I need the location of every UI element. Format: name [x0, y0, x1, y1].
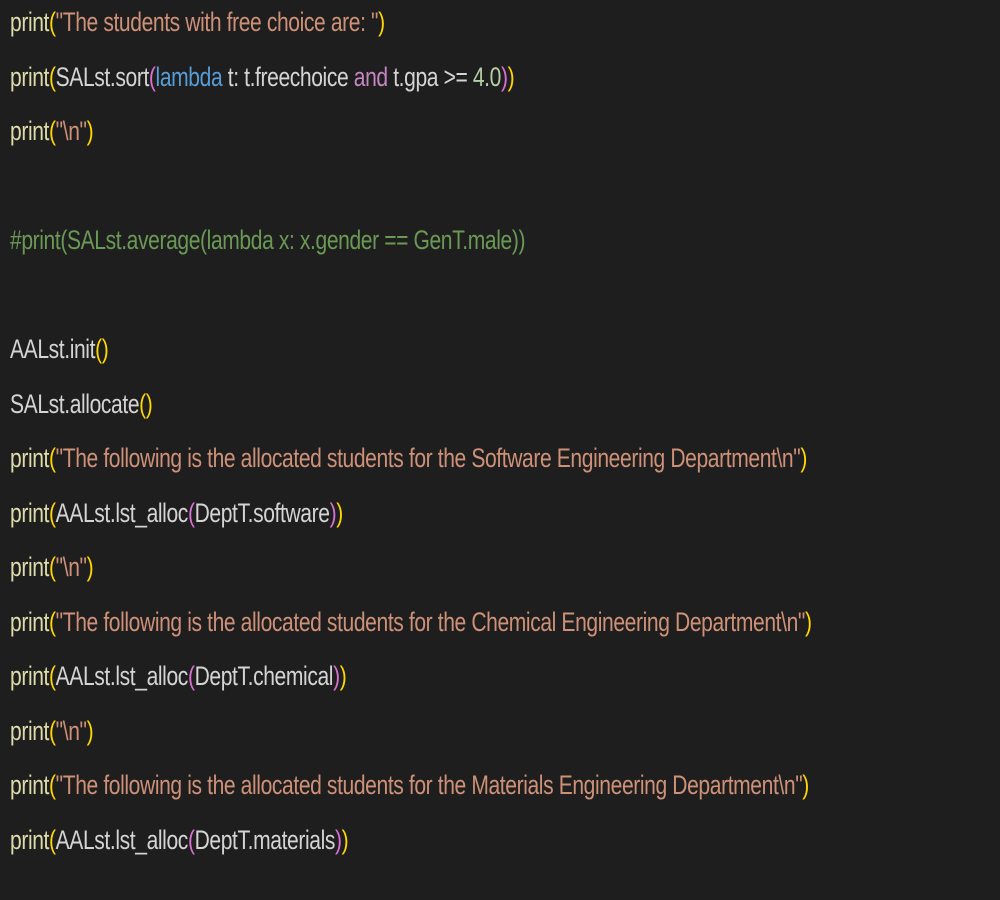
code-token: print	[10, 824, 50, 855]
code-token: AALst.init	[10, 334, 96, 364]
code-token: AALst.lst_alloc	[55, 824, 189, 855]
code-token: "\n"	[55, 116, 87, 146]
code-token: AALst.lst_alloc	[55, 661, 189, 691]
code-line[interactable]: print(AALst.lst_alloc(DeptT.chemical))	[10, 654, 993, 709]
code-token: SALst.allocate	[10, 388, 140, 419]
code-token: "The following is the allocated students…	[55, 770, 803, 800]
code-token: )	[341, 824, 349, 855]
code-token: )	[339, 661, 347, 691]
code-token: )	[336, 497, 343, 528]
code-token: "\n"	[55, 552, 87, 582]
code-token: )	[802, 770, 809, 800]
code-line[interactable]: print(AALst.lst_alloc(DeptT.materials))	[10, 818, 993, 873]
code-token: SALst.sort	[55, 61, 150, 92]
code-token: 4.0	[472, 61, 502, 92]
code-token: "\n"	[55, 715, 87, 746]
code-token: DeptT.chemical	[194, 661, 334, 691]
code-token: )	[86, 116, 94, 146]
code-line[interactable]: print("\n")	[10, 545, 993, 600]
code-token: print	[10, 497, 50, 528]
code-line[interactable]: AALst.init()	[10, 327, 993, 382]
code-token: ()	[139, 388, 153, 419]
code-line[interactable]: #print(SALst.average(lambda x: x.gender …	[10, 218, 993, 273]
code-token: lambda	[155, 61, 223, 92]
code-token: )	[378, 7, 385, 37]
code-token: print	[10, 715, 50, 746]
code-line[interactable]: print(SALst.sort(lambda t: t.freechoice …	[10, 55, 993, 110]
code-area[interactable]: print ( "The students with free choice are…	[10, 0, 995, 872]
code-token: )	[800, 443, 807, 473]
code-token: print	[10, 770, 50, 800]
code-token: (	[187, 497, 195, 528]
code-token: print	[10, 61, 50, 92]
code-token: )	[86, 552, 94, 582]
code-line[interactable]	[10, 164, 993, 219]
code-token: t.gpa >=	[387, 61, 473, 92]
code-line[interactable]: print(AALst.lst_alloc(DeptT.software))	[10, 491, 993, 546]
code-token: DeptT.software	[194, 497, 330, 528]
code-line[interactable]: SALst.allocate()	[10, 382, 993, 437]
code-token: print	[10, 116, 50, 146]
code-token: DeptT.materials	[194, 824, 336, 855]
code-line[interactable]: print("\n")	[10, 709, 993, 764]
code-token: )	[86, 715, 94, 746]
code-line[interactable]: print("The following is the allocated st…	[10, 763, 993, 818]
code-token: (	[187, 661, 195, 691]
code-line[interactable]	[10, 273, 993, 328]
code-token: #print(SALst.average(lambda x: x.gender …	[10, 225, 526, 255]
code-token: "The following is the allocated students…	[55, 606, 806, 637]
code-token: "The following is the allocated students…	[55, 443, 801, 473]
code-token: and	[353, 61, 388, 92]
code-line[interactable]: print("The following is the allocated st…	[10, 600, 993, 655]
code-token: )	[333, 661, 340, 691]
code-token: "The students with free choice are: "	[55, 7, 379, 37]
code-token: print	[10, 7, 50, 37]
code-line[interactable]: print("The following is the allocated st…	[10, 436, 993, 491]
code-token: print	[10, 443, 50, 473]
code-token: (	[187, 824, 195, 855]
code-token: )	[507, 61, 515, 92]
code-token: print	[10, 606, 50, 637]
code-token: t: t.freechoice	[222, 61, 354, 92]
code-token: print	[10, 661, 50, 691]
code-line[interactable]: print("\n")	[10, 109, 993, 164]
code-token: ()	[95, 334, 109, 364]
code-line[interactable]: print("The students with free choice are…	[10, 0, 993, 55]
code-token: )	[805, 606, 812, 637]
code-editor[interactable]: print ( "The students with free choice are…	[0, 0, 1000, 900]
code-token: AALst.lst_alloc	[55, 497, 189, 528]
code-token: print	[10, 552, 50, 582]
